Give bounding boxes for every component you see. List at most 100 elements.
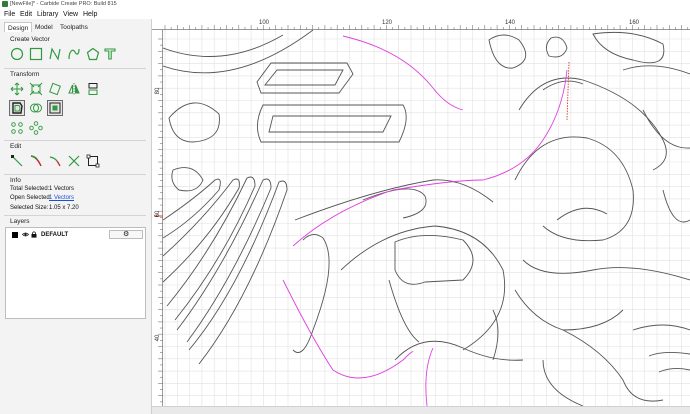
info-total-selected-value: 1 Vectors	[49, 186, 75, 192]
vector-path[interactable]	[546, 36, 568, 58]
tab-model[interactable]: Model	[32, 22, 56, 32]
circle-icon[interactable]	[10, 47, 24, 61]
rectangle-icon[interactable]	[29, 47, 43, 61]
info-open-selected-label: Open Selected:	[10, 195, 52, 201]
vector-path[interactable]	[514, 289, 624, 331]
status-bar	[152, 406, 690, 414]
top-ruler: 100 120 140 160	[152, 19, 690, 30]
trim-icon[interactable]	[29, 154, 43, 168]
lock-icon[interactable]	[31, 231, 37, 238]
layer-settings-button[interactable]: ⚙	[109, 230, 143, 239]
vector-path[interactable]	[542, 80, 584, 91]
tab-toolpaths[interactable]: Toolpaths	[57, 22, 91, 32]
array-grid-icon[interactable]	[10, 121, 24, 135]
vector-path[interactable]	[394, 340, 524, 361]
transform-heading: Transform	[10, 71, 40, 78]
tab-design[interactable]: Design	[4, 22, 33, 32]
app-icon	[2, 1, 8, 7]
selected-vector-path[interactable]	[425, 347, 434, 407]
fit-icon[interactable]	[47, 100, 63, 116]
ruler-label-120: 120	[382, 20, 393, 26]
selected-vector-path[interactable]	[292, 69, 568, 247]
move-icon[interactable]	[10, 82, 24, 96]
info-heading: Info	[10, 177, 21, 184]
circular-array-icon[interactable]	[29, 121, 43, 135]
vector-path[interactable]	[642, 109, 690, 149]
design-canvas[interactable]	[162, 29, 690, 407]
vector-path[interactable]	[171, 167, 204, 192]
layer-list: DEFAULT ⚙	[5, 227, 146, 319]
ruler-label-80: 80	[155, 87, 161, 95]
info-open-selected-link[interactable]: 1 Vectors	[49, 195, 74, 201]
rotate-icon[interactable]	[48, 82, 62, 96]
text-icon[interactable]	[103, 47, 117, 61]
divider	[4, 215, 146, 216]
offset-icon[interactable]	[9, 100, 25, 116]
mirror-icon[interactable]	[67, 82, 81, 96]
vector-path[interactable]	[622, 65, 690, 75]
vector-path[interactable]	[592, 31, 665, 64]
scale-icon[interactable]	[29, 82, 43, 96]
tab-bar: Design Model Toolpaths	[0, 22, 152, 32]
divider	[4, 140, 146, 141]
window-title: [NewFile]* - Carbide Create PRO: Build 8…	[10, 1, 117, 7]
info-total-selected-label: Total Selected:	[10, 186, 50, 192]
eye-icon[interactable]	[22, 231, 29, 238]
vector-path[interactable]	[268, 115, 392, 133]
vector-path[interactable]	[257, 104, 407, 143]
vector-path[interactable]	[394, 235, 474, 285]
menu-bar: File Edit Library View Help	[0, 9, 690, 19]
vector-path[interactable]	[562, 329, 664, 402]
ruler-label-100: 100	[259, 20, 270, 26]
ruler-label-40: 40	[155, 334, 161, 342]
vector-path[interactable]	[292, 234, 330, 353]
left-ruler: 80 60 40	[152, 30, 163, 406]
boolean-icon[interactable]	[29, 101, 43, 115]
layer-color-swatch[interactable]	[12, 232, 18, 238]
gear-icon: ⚙	[123, 231, 130, 238]
polyline-icon[interactable]	[48, 47, 62, 61]
vector-path[interactable]	[362, 188, 427, 219]
polygon-icon[interactable]	[86, 47, 100, 61]
vector-path[interactable]	[658, 367, 690, 373]
divider	[4, 68, 146, 69]
vector-paths[interactable]	[162, 29, 690, 407]
vector-path[interactable]	[168, 102, 220, 143]
layers-heading: Layers	[10, 218, 30, 225]
vector-path[interactable]	[518, 77, 667, 171]
edit-heading: Edit	[10, 143, 22, 150]
curve-icon[interactable]	[67, 47, 81, 61]
canvas-grid	[163, 30, 690, 406]
menu-edit[interactable]: Edit	[20, 11, 32, 18]
top-ruler-ticks	[164, 25, 689, 30]
vector-path[interactable]	[556, 207, 608, 221]
ruler-label-60: 60	[155, 210, 161, 218]
layer-name[interactable]: DEFAULT	[41, 232, 68, 238]
vector-path[interactable]	[522, 259, 690, 281]
join-icon[interactable]	[48, 154, 62, 168]
vector-path[interactable]	[388, 279, 420, 343]
align-icon[interactable]	[86, 82, 100, 96]
node-edit-icon[interactable]	[10, 154, 24, 168]
menu-view[interactable]: View	[63, 11, 78, 18]
menu-file[interactable]: File	[4, 11, 15, 18]
info-selected-size-label: Selected Size:	[10, 205, 49, 211]
menu-library[interactable]: Library	[37, 11, 58, 18]
cut-icon[interactable]	[67, 154, 81, 168]
canvas-drawing[interactable]	[162, 29, 690, 407]
vector-path[interactable]	[662, 189, 690, 223]
left-panel: Design Model Toolpaths Create Vector Tra…	[0, 19, 152, 414]
selected-vector-path[interactable]	[342, 35, 464, 111]
selected-paths[interactable]	[282, 35, 568, 407]
create-vector-heading: Create Vector	[10, 36, 50, 43]
vector-path[interactable]	[340, 225, 506, 351]
vector-path[interactable]	[542, 359, 584, 407]
bounding-icon[interactable]	[86, 154, 100, 168]
info-total-selected: Total Selected: 1 Vectors	[10, 186, 74, 192]
menu-help[interactable]: Help	[83, 11, 97, 18]
info-open-selected: Open Selected: 1 Vectors	[10, 195, 74, 201]
info-selected-size-value: 1.05 x 7.20	[49, 205, 79, 211]
vector-path[interactable]	[264, 69, 344, 86]
ruler-label-160: 160	[629, 20, 640, 26]
vector-path[interactable]	[162, 34, 284, 57]
